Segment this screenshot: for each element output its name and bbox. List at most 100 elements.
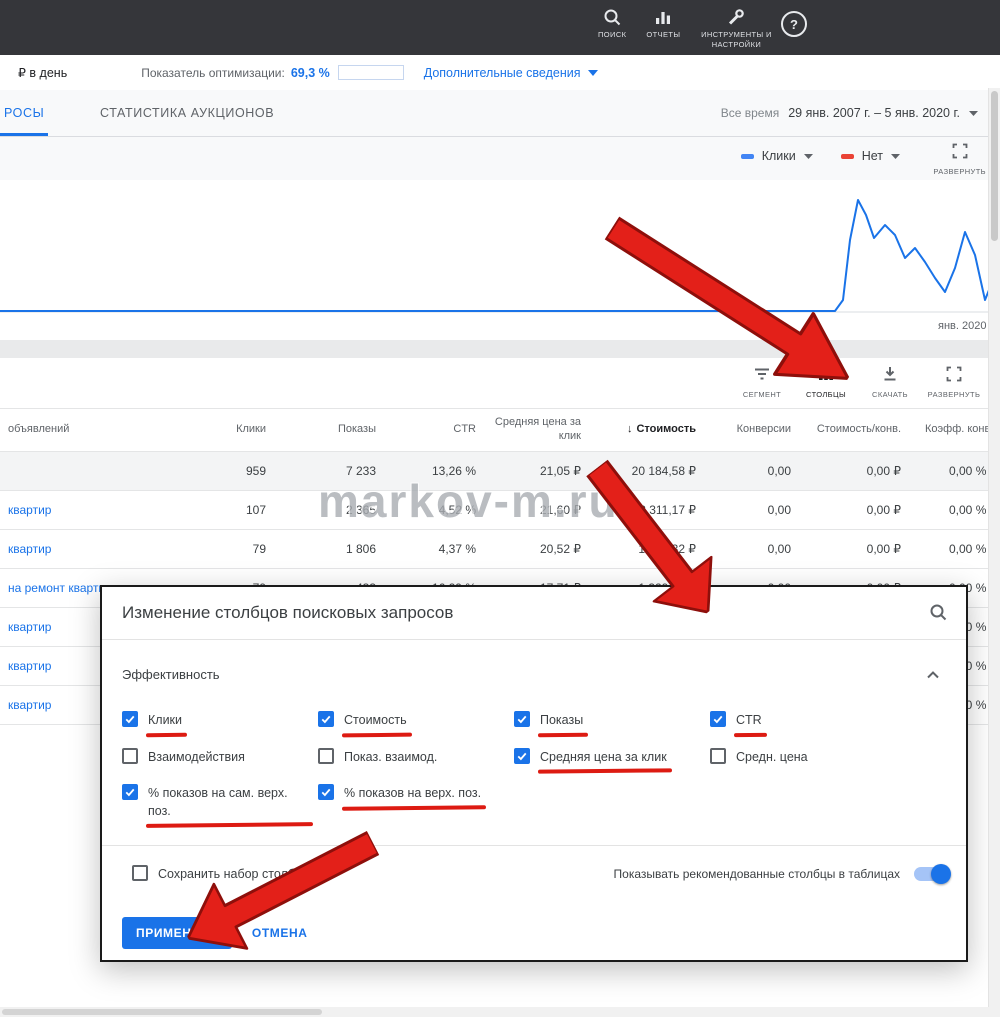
google-ads-ui: ПОИСК ОТЧЕТЫ ИНСТРУМЕНТЫ И НАСТРОЙКИ ? ₽… bbox=[0, 0, 1000, 1017]
ad-group-link[interactable]: квартир bbox=[0, 530, 185, 568]
checkbox-label: Стоимость bbox=[344, 711, 407, 730]
chart-legend: Клики Нет bbox=[741, 149, 900, 163]
search-menu-button[interactable]: ПОИСК bbox=[598, 7, 626, 50]
checkbox-icon[interactable] bbox=[514, 748, 530, 764]
checkbox-icon[interactable] bbox=[122, 784, 138, 800]
vertical-scrollbar[interactable] bbox=[988, 88, 1000, 1007]
search-icon[interactable] bbox=[928, 602, 948, 627]
scrollbar-corner bbox=[988, 1007, 1000, 1017]
column-option-impressions[interactable]: Показы bbox=[514, 711, 710, 730]
table-toolbar-actions: СЕГМЕНТ СТОЛБЦЫ СКАЧАТЬ РАЗВЕРНУТЬ bbox=[734, 365, 982, 399]
scrollbar-thumb[interactable] bbox=[2, 1009, 322, 1015]
column-option-ctr[interactable]: CTR bbox=[710, 711, 906, 730]
cancel-button[interactable]: ОТМЕНА bbox=[238, 917, 322, 949]
column-header-avg-cpc[interactable]: Средняя цена за клик bbox=[490, 409, 595, 451]
chevron-down-icon bbox=[969, 111, 978, 116]
column-option-top-impression-share[interactable]: % показов на верх. поз. bbox=[318, 784, 558, 820]
tools-settings-menu-button[interactable]: ИНСТРУМЕНТЫ И НАСТРОЙКИ bbox=[700, 7, 772, 50]
cell-clicks: 79 bbox=[185, 530, 280, 568]
cell-clicks: 959 bbox=[185, 452, 280, 490]
chart-controls-row: Клики Нет РАЗВЕРНУТЬ bbox=[0, 137, 1000, 180]
checkbox-icon[interactable] bbox=[318, 784, 334, 800]
scrollbar-thumb[interactable] bbox=[991, 91, 998, 241]
download-button[interactable]: СКАЧАТЬ bbox=[862, 365, 918, 399]
checkbox-icon[interactable] bbox=[122, 748, 138, 764]
expand-icon bbox=[945, 365, 963, 388]
column-header-impressions[interactable]: Показы bbox=[280, 409, 390, 451]
column-option-abs-top-impression-share[interactable]: % показов на сам. верх. поз. bbox=[122, 784, 318, 820]
checkbox-icon[interactable] bbox=[122, 711, 138, 727]
checkbox-icon[interactable] bbox=[318, 711, 334, 727]
search-icon bbox=[602, 7, 622, 27]
cell-avg-cpc: 20,52 ₽ bbox=[490, 530, 595, 568]
checkbox-icon[interactable] bbox=[710, 748, 726, 764]
collapse-section-button[interactable] bbox=[926, 666, 940, 684]
column-header-ctr[interactable]: CTR bbox=[390, 409, 490, 451]
tab-search-queries[interactable]: РОСЫ bbox=[0, 90, 48, 136]
date-range-selector[interactable]: Все время 29 янв. 2007 г. – 5 янв. 2020 … bbox=[721, 90, 978, 136]
daily-budget-label: ₽ в день bbox=[18, 65, 67, 80]
cell-conversions: 0,00 bbox=[710, 530, 805, 568]
reports-menu-button[interactable]: ОТЧЕТЫ bbox=[646, 7, 680, 50]
column-header-cost-per-conv[interactable]: Стоимость/конв. bbox=[805, 409, 915, 451]
column-header-ad-group[interactable]: объявлений bbox=[0, 409, 185, 451]
checkbox-icon[interactable] bbox=[132, 865, 148, 881]
modal-buttons: ПРИМЕНИТЬ ОТМЕНА bbox=[122, 917, 322, 949]
section-divider-band bbox=[0, 340, 1000, 358]
more-details-link[interactable]: Дополнительные сведения bbox=[424, 66, 598, 80]
metric-selector-clicks[interactable]: Клики bbox=[741, 149, 813, 163]
checkbox-label: Показы bbox=[540, 711, 583, 730]
column-option-cost[interactable]: Стоимость bbox=[318, 711, 514, 730]
tab-auction-insights[interactable]: СТАТИСТИКА АУКЦИОНОВ bbox=[100, 90, 274, 136]
download-icon bbox=[881, 365, 899, 388]
column-options-row: Клики Стоимость Показы CTR bbox=[122, 711, 952, 730]
columns-button[interactable]: СТОЛБЦЫ bbox=[798, 365, 854, 399]
segment-icon bbox=[753, 365, 771, 388]
question-mark-icon: ? bbox=[790, 17, 798, 32]
cell-cost-per-conv: 0,00 ₽ bbox=[805, 530, 915, 568]
help-button[interactable]: ? bbox=[781, 11, 807, 37]
search-label: ПОИСК bbox=[598, 30, 626, 40]
column-header-cost[interactable]: ↓ Стоимость bbox=[595, 409, 710, 451]
save-column-set-checkbox[interactable]: Сохранить набор столбцов bbox=[132, 865, 326, 884]
checkbox-icon[interactable] bbox=[318, 748, 334, 764]
modal-title: Изменение столбцов поисковых запросов bbox=[122, 603, 453, 623]
segment-button[interactable]: СЕГМЕНТ bbox=[734, 365, 790, 399]
divider bbox=[102, 845, 966, 846]
metric-selector-none[interactable]: Нет bbox=[841, 149, 900, 163]
chart-expand-button[interactable]: РАЗВЕРНУТЬ bbox=[933, 142, 986, 176]
column-option-clicks[interactable]: Клики bbox=[122, 711, 318, 730]
optimization-score-value: 69,3 % bbox=[291, 66, 330, 80]
cell-ctr: 4,37 % bbox=[390, 530, 490, 568]
column-header-conversions[interactable]: Конверсии bbox=[710, 409, 805, 451]
horizontal-scrollbar[interactable] bbox=[0, 1007, 988, 1017]
recommended-columns-toggle[interactable] bbox=[914, 867, 948, 881]
divider bbox=[102, 639, 966, 640]
ad-group-link[interactable]: квартир bbox=[0, 491, 185, 529]
cell-impressions: 1 806 bbox=[280, 530, 390, 568]
table-expand-button[interactable]: РАЗВЕРНУТЬ bbox=[926, 365, 982, 399]
column-header-clicks[interactable]: Клики bbox=[185, 409, 280, 451]
column-option-avg-cpc[interactable]: Средняя цена за клик bbox=[514, 748, 710, 767]
checkbox-label: CTR bbox=[736, 711, 762, 730]
chevron-down-icon bbox=[588, 70, 598, 76]
checkbox-icon[interactable] bbox=[514, 711, 530, 727]
checkbox-label: Сохранить набор столбцов bbox=[158, 865, 316, 884]
recommended-columns-setting: Показывать рекомендованные столбцы в таб… bbox=[614, 867, 948, 881]
cell-cost-per-conv: 0,00 ₽ bbox=[805, 452, 915, 490]
column-options-row: % показов на сам. верх. поз. % показов н… bbox=[122, 784, 952, 820]
column-option-interaction-rate[interactable]: Показ. взаимод. bbox=[318, 748, 514, 767]
toggle-knob bbox=[931, 864, 951, 884]
wrench-icon bbox=[726, 7, 746, 27]
clicks-series-swatch bbox=[741, 154, 754, 159]
apply-button[interactable]: ПРИМЕНИТЬ bbox=[122, 917, 232, 949]
checkbox-icon[interactable] bbox=[710, 711, 726, 727]
x-axis-tick-label: янв. 2020 bbox=[938, 320, 986, 332]
date-range-value: 29 янв. 2007 г. – 5 янв. 2020 г. bbox=[788, 106, 960, 120]
expand-icon bbox=[951, 142, 969, 165]
column-option-interactions[interactable]: Взаимодействия bbox=[122, 748, 318, 767]
checkbox-label: Клики bbox=[148, 711, 182, 730]
topbar-actions: ПОИСК ОТЧЕТЫ ИНСТРУМЕНТЫ И НАСТРОЙКИ bbox=[598, 7, 772, 50]
checkbox-label: Взаимодействия bbox=[148, 748, 245, 767]
column-option-avg-price[interactable]: Средн. цена bbox=[710, 748, 906, 767]
